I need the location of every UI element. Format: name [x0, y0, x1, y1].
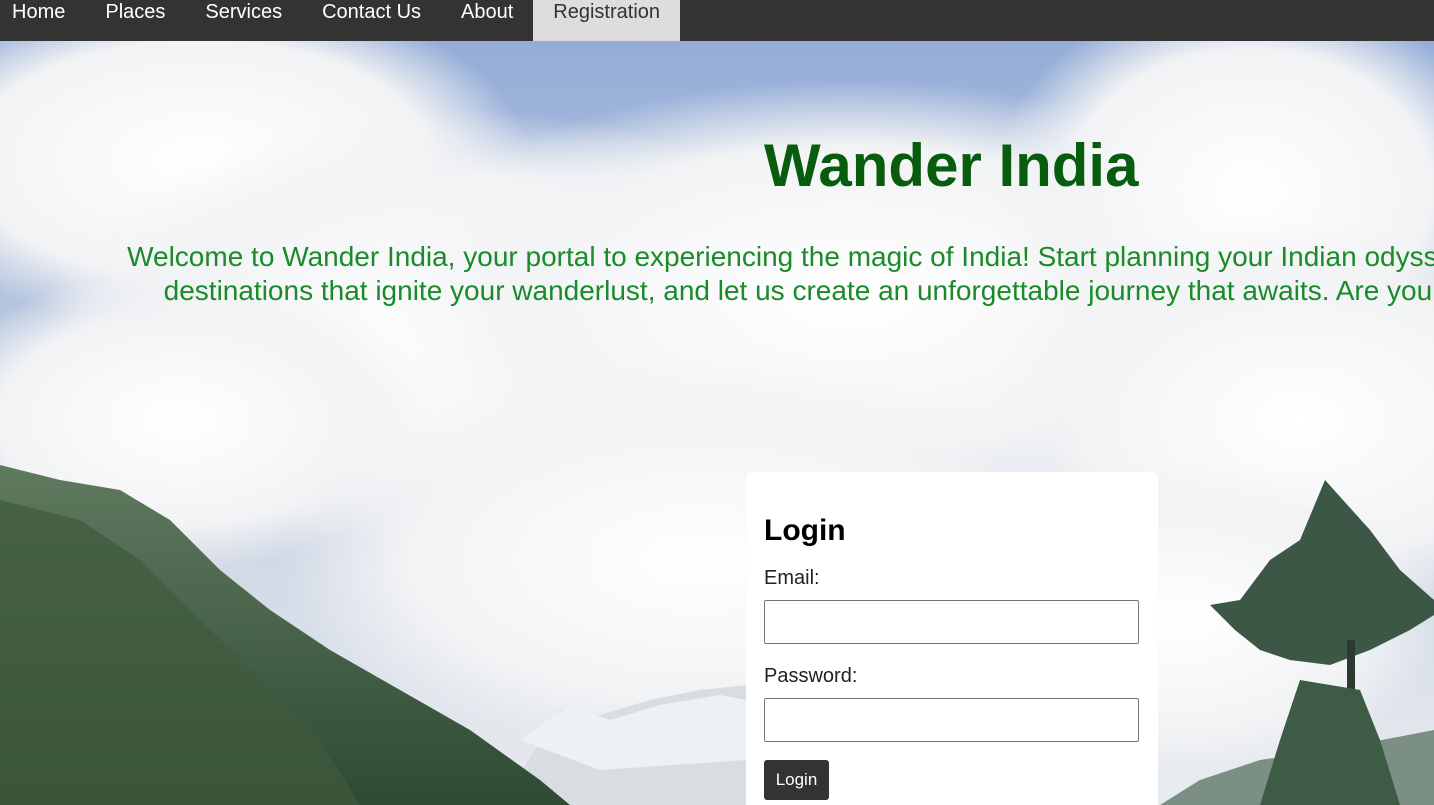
top-navigation-bar: Home Places Services Contact Us About Re… — [0, 0, 1434, 41]
email-label: Email: — [764, 567, 820, 589]
nav-link-contact-us[interactable]: Contact Us — [302, 0, 441, 41]
nav-link-home[interactable]: Home — [0, 0, 85, 41]
nav-link-registration[interactable]: Registration — [533, 0, 681, 41]
login-heading: Login — [764, 514, 846, 547]
password-label: Password: — [764, 665, 858, 687]
email-field[interactable] — [764, 600, 1139, 644]
nav-link-about[interactable]: About — [441, 0, 533, 41]
login-button[interactable]: Login — [764, 760, 829, 800]
nav-link-places[interactable]: Places — [85, 0, 185, 41]
welcome-container: Welcome to Wander India, your portal to … — [0, 240, 1434, 350]
background-landscape-image — [0, 0, 1434, 805]
welcome-text: Welcome to Wander India, your portal to … — [127, 241, 1434, 306]
login-card: Login Email: Password: Login — [746, 472, 1158, 805]
nav-link-services[interactable]: Services — [185, 0, 302, 41]
page-title: Wander India — [764, 132, 1139, 199]
password-field[interactable] — [764, 698, 1139, 742]
